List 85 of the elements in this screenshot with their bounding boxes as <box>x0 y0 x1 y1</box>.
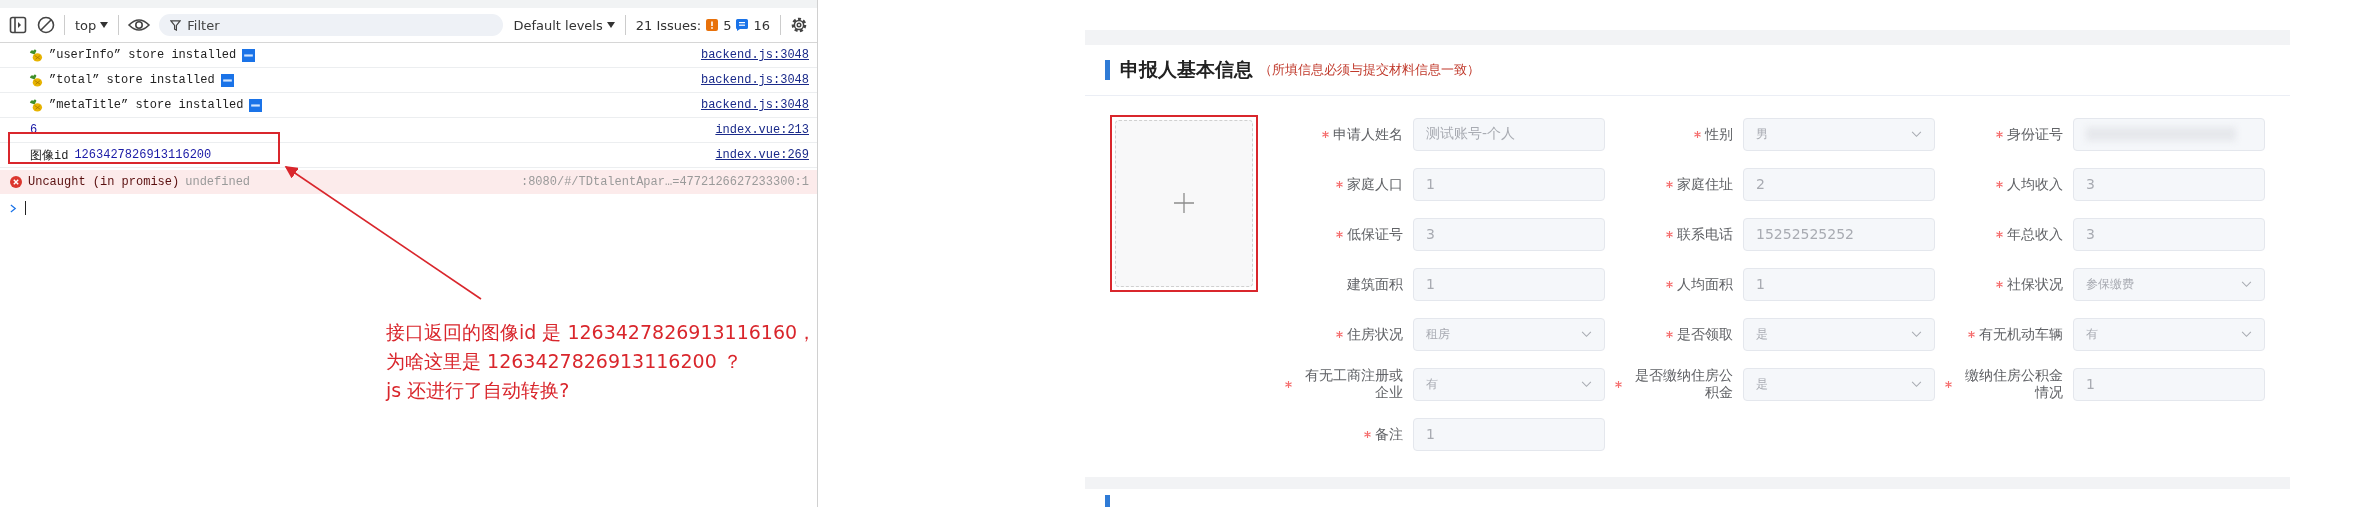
field-label: 申请人姓名 <box>1333 125 1403 143</box>
input-field[interactable]: 3 <box>1413 217 1605 251</box>
field-label: 人均面积 <box>1677 275 1733 293</box>
pineapple-icon <box>28 47 43 63</box>
annotation-text: js 还进行了自动转换? <box>386 378 571 403</box>
annotation-text: 为啥这里是 1263427826913116200 ？ <box>386 349 743 374</box>
input-field[interactable]: 1 <box>1413 167 1605 201</box>
section-hint: （所填信息必须与提交材料信息一致） <box>1259 60 1480 79</box>
error-detail: undefined <box>185 175 251 189</box>
chevron-icon <box>1911 330 1922 338</box>
field-label: 家庭人口 <box>1347 175 1403 193</box>
caret-icon <box>606 22 615 28</box>
prompt-icon <box>10 203 17 213</box>
annotation-text: 接口返回的图像id 是 1263427826913116160， <box>386 320 817 345</box>
plus-icon <box>1174 193 1194 214</box>
input-field[interactable]: 1 <box>1413 417 1605 451</box>
chevron-icon <box>1911 130 1922 138</box>
select-field[interactable]: 参保缴费 <box>2073 267 2265 301</box>
field-label: 有无机动车辆 <box>1979 325 2063 343</box>
chevron-icon <box>2241 330 2252 338</box>
log-levels-dropdown[interactable]: Default levels <box>511 17 617 33</box>
accent-bar <box>1105 59 1110 80</box>
input-field[interactable]: 15252525252 <box>1743 217 1935 251</box>
field-label: 身份证号 <box>2007 125 2063 143</box>
chevron-icon <box>2241 280 2252 288</box>
sidebar-toggle-icon[interactable] <box>8 15 28 35</box>
warning-icon <box>706 19 719 31</box>
log-value: 1263427826913116200 <box>74 148 212 162</box>
field-label: 人均收入 <box>2007 175 2063 193</box>
source-link[interactable]: index.vue:269 <box>715 148 809 162</box>
field-label: 社保状况 <box>2007 275 2063 293</box>
select-field[interactable]: 有 <box>1413 367 1605 401</box>
log-text: ”metaTitle” store installed <box>49 98 244 112</box>
field-label: 是否领取 <box>1677 325 1733 343</box>
badge-icon <box>242 48 256 62</box>
field-label: 建筑面积 <box>1347 275 1403 293</box>
log-label: 图像id <box>30 147 69 164</box>
field-label: 家庭住址 <box>1677 175 1733 193</box>
input-field[interactable]: 1 <box>1413 267 1605 301</box>
pineapple-icon <box>28 72 43 88</box>
error-icon <box>10 176 22 188</box>
source-link[interactable]: backend.js:3048 <box>700 48 809 62</box>
input-field[interactable]: 3 <box>2073 217 2265 251</box>
section-title: 申报人基本信息 <box>1120 56 1253 82</box>
field-label: 缴纳住房公积金情况 <box>1964 367 2063 402</box>
field-label: 年总收入 <box>2007 225 2063 243</box>
issues-button[interactable]: 21 Issues: 5 16 <box>633 17 772 33</box>
select-field[interactable]: 是 <box>1743 367 1935 401</box>
source-link[interactable]: backend.js:3048 <box>700 98 809 112</box>
filter-field[interactable]: Filter <box>159 14 504 36</box>
message-icon <box>736 19 749 31</box>
filter-icon <box>170 20 182 31</box>
error-source: :8080/#/TDtalentApar…=4772126627233300:1 <box>520 175 809 189</box>
select-field[interactable]: 是 <box>1743 317 1935 351</box>
field-label: 是否缴纳住房公积金 <box>1634 367 1733 402</box>
input-field[interactable] <box>2073 117 2265 151</box>
input-field[interactable]: 2 <box>1743 167 1935 201</box>
select-field[interactable]: 男 <box>1743 117 1935 151</box>
log-text: ”userInfo” store installed <box>49 48 237 62</box>
caret-icon <box>100 22 109 28</box>
chevron-icon <box>1581 380 1592 388</box>
input-field[interactable]: 1 <box>2073 367 2265 401</box>
error-text: Uncaught (in promise) <box>28 175 180 189</box>
clear-console-icon[interactable] <box>36 15 56 35</box>
field-label: 低保证号 <box>1347 225 1403 243</box>
chevron-icon <box>1581 330 1592 338</box>
chevron-icon <box>1911 380 1922 388</box>
select-field[interactable]: 租房 <box>1413 317 1605 351</box>
input-field[interactable]: 3 <box>2073 167 2265 201</box>
badge-icon <box>249 98 263 112</box>
source-link[interactable]: backend.js:3048 <box>700 73 809 87</box>
select-field[interactable]: 有 <box>2073 317 2265 351</box>
field-label: 住房状况 <box>1347 325 1403 343</box>
field-label: 联系电话 <box>1677 225 1733 243</box>
context-dropdown[interactable]: top <box>73 17 111 33</box>
log-text: ”total” store installed <box>49 73 215 87</box>
field-label: 性别 <box>1705 125 1733 143</box>
field-label: 有无工商注册或企业 <box>1304 367 1403 402</box>
badge-icon <box>220 73 234 87</box>
input-field[interactable]: 测试账号-个人 <box>1413 117 1605 151</box>
pineapple-icon <box>28 97 43 113</box>
input-field[interactable]: 1 <box>1743 267 1935 301</box>
source-link[interactable]: index.vue:213 <box>715 123 809 137</box>
field-label: 备注 <box>1375 425 1403 443</box>
settings-icon[interactable] <box>789 15 809 35</box>
